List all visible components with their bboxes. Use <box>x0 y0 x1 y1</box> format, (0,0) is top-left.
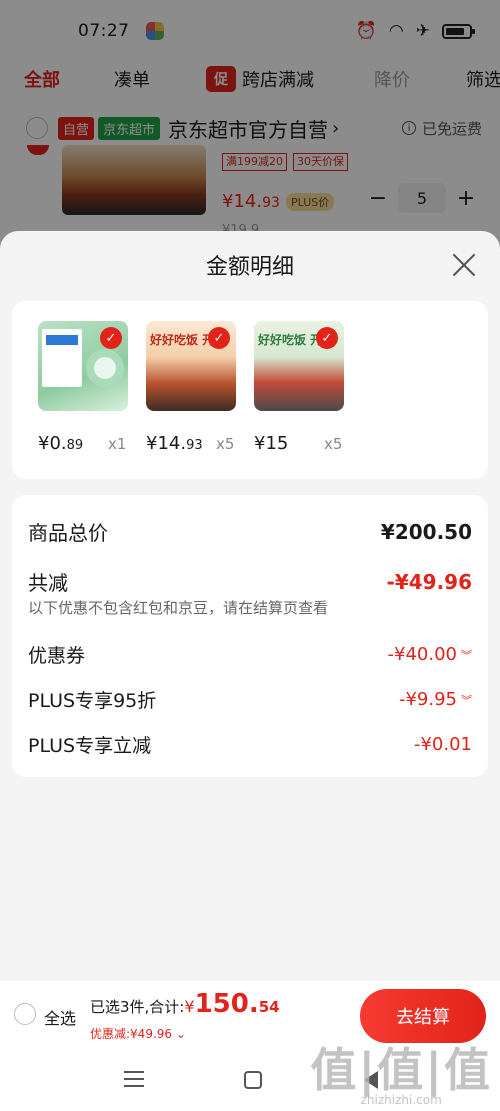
menu-icon[interactable] <box>124 1071 144 1087</box>
selected-goods-card: ✓ ¥0.89 x1 好好吃饭 开 ✓ ¥14.93 x5 好好吃饭 开 ✓ ¥… <box>12 301 488 479</box>
total-price-label: 商品总价 <box>28 521 108 545</box>
total-price-value: ¥200.50 <box>380 519 472 544</box>
goods-quantity: x5 <box>324 435 343 453</box>
checkmark-icon: ✓ <box>100 327 122 349</box>
chevron-down-icon[interactable]: ︾ <box>461 692 472 708</box>
checkout-button[interactable]: 去结算 <box>360 989 486 1043</box>
summary-prefix: 已选3件,合计: <box>90 998 185 1016</box>
goods-price: ¥15 <box>254 433 289 454</box>
sheet-title: 金额明细 <box>205 255 294 280</box>
goods-thumbnail: 好好吃饭 开 ✓ <box>254 321 344 411</box>
plus95-value: -¥9.95 <box>398 689 457 710</box>
watermark: 值|值|值 zhizhizhi.com <box>310 1047 492 1107</box>
total-discount-label: 共减 <box>28 571 68 595</box>
plus-instant-off-label: PLUS专享立减 <box>28 735 152 757</box>
total-discount-value: -¥49.96 <box>386 569 472 594</box>
order-summary: 已选3件,合计: ¥ 150.54 <box>90 989 280 1019</box>
close-icon[interactable] <box>450 251 478 279</box>
goods-thumbnail: ✓ <box>38 321 128 411</box>
goods-item[interactable]: 好好吃饭 开 ✓ ¥15 x5 <box>254 321 364 454</box>
chevron-down-icon: ⌄ <box>175 1027 186 1041</box>
summary-currency: ¥ <box>184 997 195 1016</box>
checkmark-icon: ✓ <box>316 327 338 349</box>
saving-summary[interactable]: 优惠减:¥49.96 ⌄ <box>90 1025 186 1042</box>
goods-thumbnail-text: 好好吃饭 开 <box>150 333 215 347</box>
select-all-checkbox[interactable] <box>14 1003 36 1025</box>
plus95-row[interactable]: PLUS专享95折 -¥9.95 ︾ <box>28 686 472 713</box>
chevron-down-icon[interactable]: ︾ <box>461 647 472 663</box>
goods-quantity: x1 <box>108 435 127 453</box>
plus-instant-off-value: -¥0.01 <box>413 734 472 755</box>
goods-thumbnail: 好好吃饭 开 ✓ <box>146 321 236 411</box>
goods-item[interactable]: 好好吃饭 开 ✓ ¥14.93 x5 <box>146 321 256 454</box>
checkmark-icon: ✓ <box>208 327 230 349</box>
coupon-label: 优惠券 <box>28 645 86 667</box>
goods-price: ¥14.93 <box>146 433 203 454</box>
checkout-bar: 全选 已选3件,合计: ¥ 150.54 优惠减:¥49.96 ⌄ 去结算 <box>0 981 500 1049</box>
plus-instant-off-row: PLUS专享立减 -¥0.01 <box>28 731 472 758</box>
watermark-logo: 值|值|值 <box>310 1043 492 1097</box>
system-nav-bar: 值|值|值 zhizhizhi.com <box>0 1047 500 1111</box>
coupon-value: -¥40.00 <box>387 644 457 665</box>
home-icon[interactable] <box>244 1071 262 1089</box>
plus95-label: PLUS专享95折 <box>28 690 157 712</box>
goods-item[interactable]: ✓ ¥0.89 x1 <box>38 321 148 454</box>
modal-overlay[interactable] <box>0 0 500 250</box>
total-price-row: 商品总价 ¥200.50 <box>28 517 472 546</box>
price-detail-card: 商品总价 ¥200.50 共减 -¥49.96 以下优惠不包含红包和京豆，请在结… <box>12 495 488 777</box>
goods-quantity: x5 <box>216 435 235 453</box>
summary-amount: 150.54 <box>194 989 280 1019</box>
amount-detail-sheet: 金额明细 ✓ ¥0.89 x1 好好吃饭 开 ✓ ¥14.93 x5 好好吃饭 … <box>0 231 500 981</box>
discount-note: 以下优惠不包含红包和京豆，请在结算页查看 <box>28 599 329 617</box>
goods-thumbnail-text: 好好吃饭 开 <box>258 333 323 347</box>
select-all-label[interactable]: 全选 <box>44 1005 76 1029</box>
goods-price: ¥0.89 <box>38 433 84 454</box>
total-discount-row: 共减 -¥49.96 <box>28 567 472 596</box>
coupon-row[interactable]: 优惠券 -¥40.00 ︾ <box>28 641 472 668</box>
